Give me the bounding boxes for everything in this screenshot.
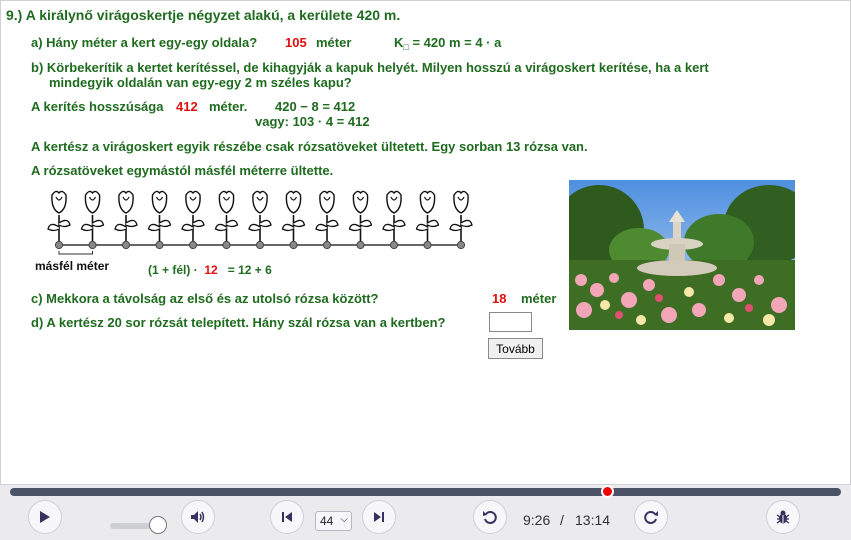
- fence-calc-1: 420 − 8 = 412: [275, 99, 356, 114]
- distance-calc: (1 + fél) · 12 = 12 + 6: [148, 263, 272, 277]
- formula-a: K□ = 420 m = 4 · a: [394, 35, 502, 52]
- rose-position-dot: [121, 240, 131, 250]
- skip-back-icon: [282, 512, 292, 522]
- chevron-down-icon: ⌵: [340, 514, 348, 525]
- rose-row-diagram: [47, 190, 473, 255]
- volume-icon: [191, 511, 205, 523]
- rose-icon: [415, 190, 440, 245]
- rose-position-dot: [423, 240, 432, 250]
- volume-button[interactable]: [181, 500, 215, 534]
- play-button[interactable]: [28, 500, 62, 534]
- volume-knob[interactable]: [148, 516, 167, 534]
- forward-icon: [644, 511, 658, 524]
- answer-a-unit: méter: [316, 35, 352, 50]
- garden-fountain-photo: [569, 180, 795, 330]
- rose-icon: [80, 190, 105, 245]
- rose-icon: [248, 190, 272, 245]
- rose-position-dot: [255, 240, 265, 250]
- rose-paragraph-2: A rózsatöveket egymástól másfél méterre …: [31, 163, 334, 178]
- rose-icon: [315, 190, 339, 245]
- speed-select[interactable]: 44 ⌵: [315, 511, 352, 531]
- rewind-button[interactable]: [473, 500, 507, 534]
- fence-length-value: 412: [176, 99, 198, 114]
- question-a: a) Hány méter a kert egy-egy oldala?: [31, 35, 258, 50]
- fence-length-label: A kerítés hosszúsága: [31, 99, 164, 114]
- rose-position-dot: [155, 240, 164, 250]
- fence-calc-2: vagy: 103 · 4 = 412: [255, 114, 370, 129]
- media-player-bar: 44 ⌵ 9:26 / 13:14: [0, 485, 851, 540]
- exercise-panel: 9.) A királynő virágoskertje négyzet ala…: [0, 0, 851, 485]
- rose-position-dot: [54, 240, 64, 250]
- rose-position-dot: [188, 240, 198, 250]
- question-d: d) A kertész 20 sor rózsát telepített. H…: [31, 315, 446, 330]
- rose-paragraph-1: A kertész a virágoskert egyik részébe cs…: [31, 139, 588, 154]
- rose-icon: [47, 190, 71, 245]
- question-b-line1: b) Körbekerítik a kertet kerítéssel, de …: [31, 60, 709, 75]
- rewind-icon: [483, 511, 497, 524]
- rose-icon: [382, 190, 406, 245]
- rose-icon: [114, 190, 138, 245]
- tovabb-button[interactable]: Tovább: [488, 338, 543, 359]
- skip-forward-icon: [374, 512, 384, 522]
- rose-position-dot: [356, 240, 365, 250]
- rose-position-dot: [88, 240, 97, 250]
- question-c: c) Mekkora a távolság az első és az utol…: [31, 291, 379, 306]
- bug-icon: [776, 510, 790, 524]
- total-time: 13:14: [575, 512, 611, 528]
- answer-c: 18: [492, 291, 507, 306]
- current-time: 9:26: [523, 512, 551, 528]
- skip-forward-button[interactable]: [362, 500, 396, 534]
- problem-title: 9.) A királynő virágoskertje négyzet ala…: [6, 7, 401, 23]
- distance-bracket: [58, 251, 93, 255]
- play-icon: [40, 511, 50, 523]
- bug-report-button[interactable]: [766, 500, 800, 534]
- rose-position-dot: [222, 240, 231, 250]
- progress-knob[interactable]: [601, 485, 615, 498]
- question-b-line2: mindegyik oldalán van egy-egy 2 m széles…: [49, 75, 352, 90]
- rose-icon: [281, 190, 306, 245]
- rose-position-dot: [456, 240, 466, 250]
- rose-icon: [348, 190, 373, 245]
- time-separator: /: [560, 512, 564, 528]
- rose-icon: [214, 190, 239, 245]
- forward-button[interactable]: [634, 500, 668, 534]
- skip-back-button[interactable]: [270, 500, 304, 534]
- progress-track[interactable]: [10, 485, 841, 498]
- answer-a: 105: [285, 35, 307, 50]
- masfel-meter-label: másfél méter: [35, 259, 110, 273]
- rose-icon: [147, 190, 172, 245]
- rose-position-dot: [322, 240, 332, 250]
- rose-icon: [181, 190, 205, 245]
- answer-c-unit: méter: [521, 291, 557, 306]
- rose-icon: [449, 190, 473, 245]
- rose-position-dot: [289, 240, 298, 250]
- rose-position-dot: [389, 240, 399, 250]
- fence-length-unit: méter.: [209, 99, 248, 114]
- answer-d-input[interactable]: [489, 312, 532, 332]
